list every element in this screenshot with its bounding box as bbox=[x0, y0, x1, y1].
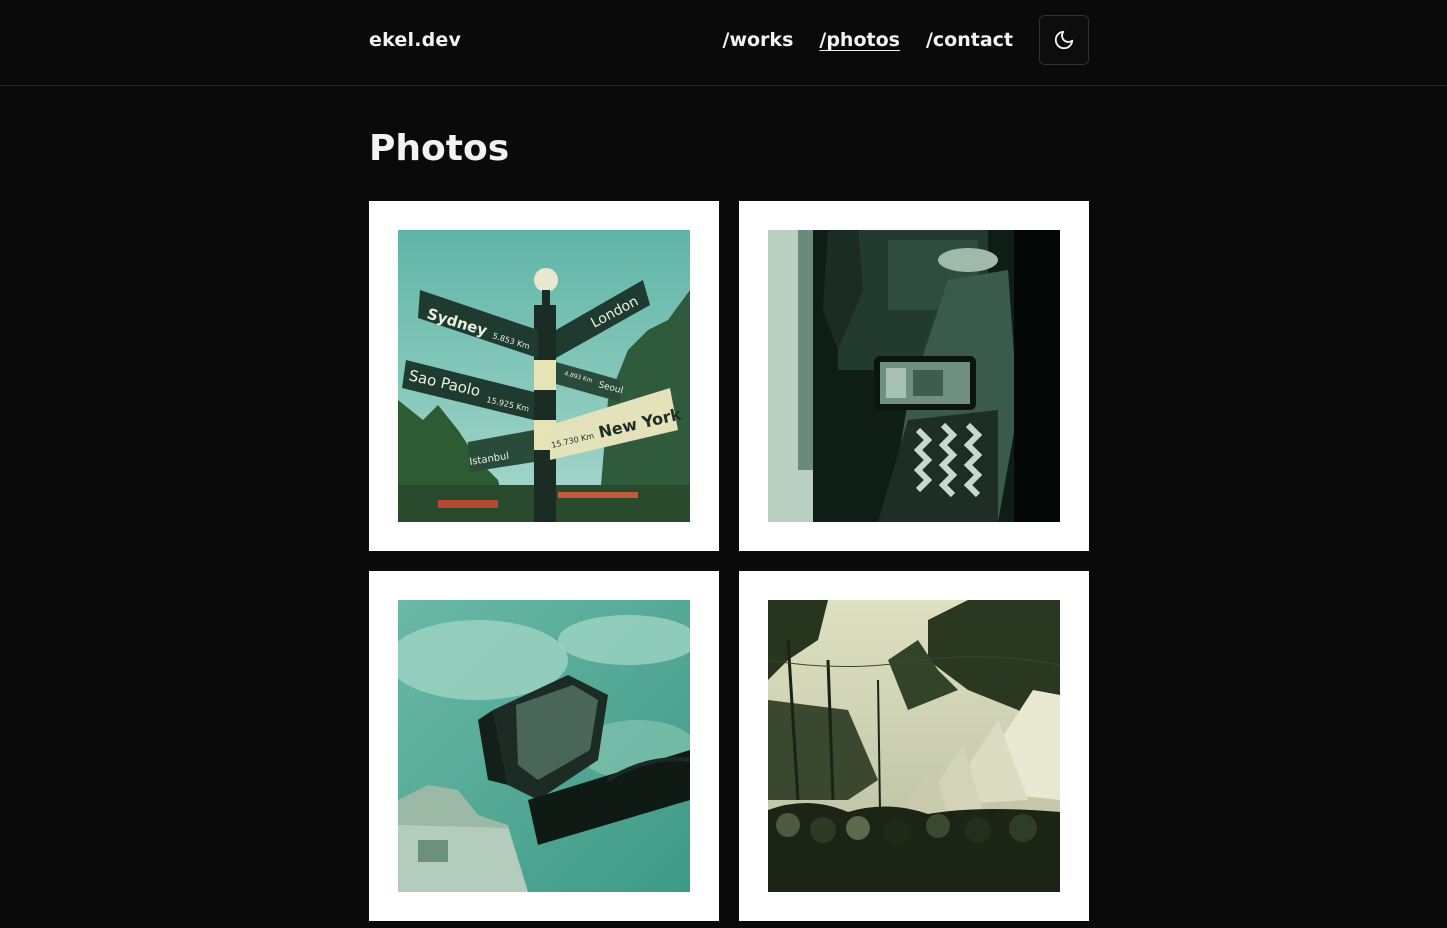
nav-link-contact[interactable]: /contact bbox=[926, 29, 1013, 51]
photo-card[interactable] bbox=[369, 571, 719, 921]
photo-card[interactable]: Sydney 5.853 Km London Sao Paolo 15.925 … bbox=[369, 201, 719, 551]
photo-signpost: Sydney 5.853 Km London Sao Paolo 15.925 … bbox=[398, 230, 690, 522]
nav-link-works[interactable]: /works bbox=[723, 29, 794, 51]
photo-floodlight bbox=[398, 600, 690, 892]
photo-market-tents bbox=[768, 600, 1060, 892]
photo-card[interactable] bbox=[739, 571, 1089, 921]
main-nav: /works /photos /contact bbox=[697, 15, 1089, 65]
site-logo[interactable]: ekel.dev bbox=[369, 29, 461, 51]
photo-grid: Sydney 5.853 Km London Sao Paolo 15.925 … bbox=[369, 201, 1089, 921]
theme-toggle-button[interactable] bbox=[1039, 15, 1089, 65]
photo-phone-recording bbox=[768, 230, 1060, 522]
photos-page: Photos Sydney 5.853 Km London Sao Paolo … bbox=[369, 127, 1089, 921]
photo-card[interactable] bbox=[739, 201, 1089, 551]
page-title: Photos bbox=[369, 128, 510, 169]
nav-link-photos[interactable]: /photos bbox=[819, 29, 900, 51]
moon-icon bbox=[1054, 30, 1074, 50]
site-header: ekel.dev /works /photos /contact bbox=[0, 0, 1447, 86]
